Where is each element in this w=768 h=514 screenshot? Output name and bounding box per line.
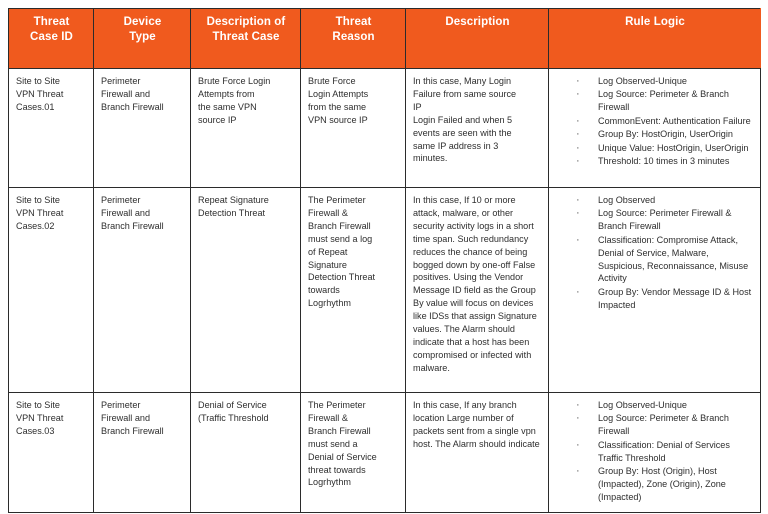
- cell-description: In this case, If any branch location Lar…: [405, 392, 549, 513]
- cell-value: Brute Force Login Attempts from the same…: [308, 76, 369, 125]
- cell-description: In this case, If 10 or more attack, malw…: [405, 187, 549, 393]
- table-row: Site to Site VPN Threat Cases.01 Perimet…: [8, 68, 761, 188]
- cell-rule-logic: Log ObservedLog Source: Perimeter Firewa…: [548, 187, 761, 393]
- cell-description: In this case, Many Login Failure from sa…: [405, 68, 549, 188]
- cell-value: Perimeter Firewall and Branch Firewall: [101, 400, 164, 436]
- threat-cases-table: Threat Case ID Device Type Description o…: [8, 8, 761, 513]
- cell-value: The Perimeter Firewall & Branch Firewall…: [308, 400, 377, 488]
- cell-value: Site to Site VPN Threat Cases.01: [16, 76, 64, 112]
- column-header-threat-case-id: Threat Case ID: [8, 8, 94, 69]
- column-header-label: Device Type: [123, 16, 162, 44]
- rule-logic-item: Log Source: Perimeter & Branch Firewall: [576, 87, 754, 114]
- column-header-label: Description: [445, 16, 510, 28]
- cell-value: Perimeter Firewall and Branch Firewall: [101, 195, 164, 231]
- page-root: Threat Case ID Device Type Description o…: [0, 0, 768, 514]
- cell-description-of-threat-case: Denial of Service (Traffic Threshold: [190, 392, 301, 513]
- rule-logic-item: Group By: Host (Origin), Host (Impacted)…: [576, 464, 754, 504]
- cell-description-of-threat-case: Brute Force Login Attempts from the same…: [190, 68, 301, 188]
- cell-value: Brute Force Login Attempts from the same…: [198, 76, 271, 125]
- cell-description-of-threat-case: Repeat Signature Detection Threat: [190, 187, 301, 393]
- column-header-device-type: Device Type: [93, 8, 191, 69]
- cell-value: In this case, Many Login Failure from sa…: [413, 76, 517, 164]
- column-header-description: Description: [405, 8, 549, 69]
- column-header-description-of-threat-case: Description of Threat Case: [190, 8, 301, 69]
- column-header-threat-reason: Threat Reason: [300, 8, 406, 69]
- rule-logic-item: Log Source: Perimeter Firewall & Branch …: [576, 206, 754, 233]
- rule-logic-item: Log Source: Perimeter & Branch Firewall: [576, 411, 754, 438]
- rule-logic-item: CommonEvent: Authentication Failure: [576, 114, 754, 129]
- rule-logic-item: Threshold: 10 times in 3 minutes: [576, 154, 754, 169]
- rule-logic-item: Log Observed-Unique: [576, 74, 754, 89]
- rule-logic-item: Log Observed-Unique: [576, 398, 754, 413]
- column-header-label: Rule Logic: [625, 16, 685, 28]
- cell-device-type: Perimeter Firewall and Branch Firewall: [93, 392, 191, 513]
- rule-logic-item: Unique Value: HostOrigin, UserOrigin: [576, 141, 754, 156]
- rule-logic-item: Classification: Denial of Services Traff…: [576, 438, 754, 465]
- rule-logic-item: Classification: Compromise Attack, Denia…: [576, 233, 754, 286]
- cell-threat-reason: Brute Force Login Attempts from the same…: [300, 68, 406, 188]
- cell-value: In this case, If 10 or more attack, malw…: [413, 195, 537, 373]
- rule-logic-item: Group By: HostOrigin, UserOrigin: [576, 127, 754, 142]
- rule-logic-list: Log ObservedLog Source: Perimeter Firewa…: [556, 193, 754, 312]
- column-header-label: Description of Threat Case: [206, 16, 286, 44]
- cell-threat-case-id: Site to Site VPN Threat Cases.03: [8, 392, 94, 513]
- cell-threat-case-id: Site to Site VPN Threat Cases.02: [8, 187, 94, 393]
- cell-value: Perimeter Firewall and Branch Firewall: [101, 76, 164, 112]
- table-body: Site to Site VPN Threat Cases.01 Perimet…: [8, 68, 761, 513]
- cell-value: In this case, If any branch location Lar…: [413, 400, 540, 449]
- column-header-label: Threat Reason: [332, 16, 375, 44]
- cell-value: Site to Site VPN Threat Cases.03: [16, 400, 64, 436]
- table-row: Site to Site VPN Threat Cases.02 Perimet…: [8, 187, 761, 393]
- table-header-row: Threat Case ID Device Type Description o…: [8, 8, 761, 69]
- cell-rule-logic: Log Observed-UniqueLog Source: Perimeter…: [548, 392, 761, 513]
- rule-logic-list: Log Observed-UniqueLog Source: Perimeter…: [556, 398, 754, 504]
- rule-logic-item: Group By: Vendor Message ID & Host Impac…: [576, 285, 754, 312]
- cell-value: Repeat Signature Detection Threat: [198, 195, 269, 218]
- rule-logic-item: Log Observed: [576, 193, 754, 208]
- cell-threat-reason: The Perimeter Firewall & Branch Firewall…: [300, 392, 406, 513]
- table-header: Threat Case ID Device Type Description o…: [8, 8, 761, 69]
- column-header-label: Threat Case ID: [30, 16, 73, 44]
- cell-threat-case-id: Site to Site VPN Threat Cases.01: [8, 68, 94, 188]
- cell-device-type: Perimeter Firewall and Branch Firewall: [93, 68, 191, 188]
- cell-value: The Perimeter Firewall & Branch Firewall…: [308, 195, 376, 309]
- cell-device-type: Perimeter Firewall and Branch Firewall: [93, 187, 191, 393]
- cell-threat-reason: The Perimeter Firewall & Branch Firewall…: [300, 187, 406, 393]
- rule-logic-list: Log Observed-UniqueLog Source: Perimeter…: [556, 74, 754, 169]
- cell-rule-logic: Log Observed-UniqueLog Source: Perimeter…: [548, 68, 761, 188]
- cell-value: Denial of Service (Traffic Threshold: [198, 400, 269, 423]
- column-header-rule-logic: Rule Logic: [548, 8, 761, 69]
- table-row: Site to Site VPN Threat Cases.03 Perimet…: [8, 392, 761, 513]
- cell-value: Site to Site VPN Threat Cases.02: [16, 195, 64, 231]
